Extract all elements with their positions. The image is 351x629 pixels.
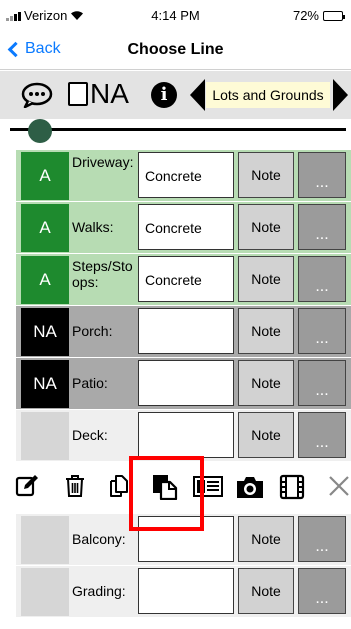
list-item: Balcony: Note ... [16,514,351,566]
list-item: Grading: Note ... [16,566,351,618]
edit-icon[interactable] [15,474,39,498]
list-item: NA Patio: Note ... [16,358,351,410]
value-field[interactable] [138,412,234,458]
section-selector[interactable]: Lots and Grounds [206,82,330,108]
copy-icon[interactable] [107,474,131,498]
more-button[interactable]: ... [298,308,346,354]
rating-badge[interactable]: A [21,256,69,304]
note-button[interactable]: Note [238,568,294,614]
value-field[interactable]: Concrete [138,152,234,198]
row-label: Driveway: [72,154,134,170]
value-field[interactable] [138,308,234,354]
more-button[interactable]: ... [298,256,346,302]
next-arrow-icon[interactable] [333,79,348,111]
value-field[interactable] [138,568,234,614]
line-slider[interactable] [0,119,351,143]
battery-percent: 72% [292,8,319,23]
more-button[interactable]: ... [298,516,346,562]
note-button[interactable]: Note [238,308,294,354]
value-field[interactable]: Concrete [138,204,234,250]
more-button[interactable]: ... [298,204,346,250]
card-icon[interactable] [193,474,223,498]
info-icon[interactable]: i [151,82,177,108]
rating-badge[interactable]: A [21,152,69,200]
more-button[interactable]: ... [298,360,346,406]
rating-badge[interactable] [21,412,69,460]
line-list: A Driveway: Concrete Note ... A Walks: C… [16,150,351,462]
rating-badge[interactable] [21,516,69,564]
note-button[interactable]: Note [238,256,294,302]
list-item: Deck: Note ... [16,410,351,462]
row-label: Porch: [72,323,113,339]
note-button[interactable]: Note [238,152,294,198]
row-label: Deck: [72,427,108,443]
list-item: A Driveway: Concrete Note ... [16,150,351,202]
navigation-bar: Back Choose Line [0,30,351,70]
comment-icon[interactable] [20,82,54,108]
note-button[interactable]: Note [238,204,294,250]
camera-icon[interactable] [235,474,265,500]
line-toolbar: NA i Lots and Grounds [0,71,351,119]
note-button[interactable]: Note [238,360,294,406]
row-label: Walks: [72,219,114,235]
previous-arrow-icon[interactable] [190,79,205,111]
list-item: A Steps/Stoops: Concrete Note ... [16,254,351,306]
na-label: NA [90,78,129,109]
paste-icon[interactable] [152,474,178,500]
note-button[interactable]: Note [238,516,294,562]
slider-thumb[interactable] [28,119,52,143]
row-label: Steps/Stoops: [72,258,133,290]
na-checkbox-icon [68,82,88,106]
list-item: A Walks: Concrete Note ... [16,202,351,254]
list-item: NA Porch: Note ... [16,306,351,358]
note-button[interactable]: Note [238,412,294,458]
trash-icon[interactable] [64,474,86,498]
back-button[interactable]: Back [6,40,61,58]
battery-icon [323,10,345,21]
rating-badge[interactable] [21,568,69,616]
close-icon[interactable] [327,474,351,498]
rating-badge[interactable]: A [21,204,69,252]
na-toggle[interactable]: NA [68,78,129,110]
row-label: Balcony: [72,531,126,547]
value-field[interactable]: Concrete [138,256,234,302]
value-field[interactable] [138,516,234,562]
more-button[interactable]: ... [298,568,346,614]
more-button[interactable]: ... [298,152,346,198]
line-list-continued: Balcony: Note ... Grading: Note ... [16,514,351,618]
film-icon[interactable] [279,474,305,500]
rating-badge[interactable]: NA [21,360,69,408]
row-label: Grading: [72,583,126,599]
battery-group: 72% [292,8,345,23]
back-label: Back [25,40,61,57]
chevron-left-icon [7,41,24,57]
action-toolbar [0,462,351,512]
status-bar: Verizon 4:14 PM 72% [0,0,351,30]
row-label: Patio: [72,375,108,391]
slider-track [10,128,346,131]
value-field[interactable] [138,360,234,406]
rating-badge[interactable]: NA [21,308,69,356]
more-button[interactable]: ... [298,412,346,458]
